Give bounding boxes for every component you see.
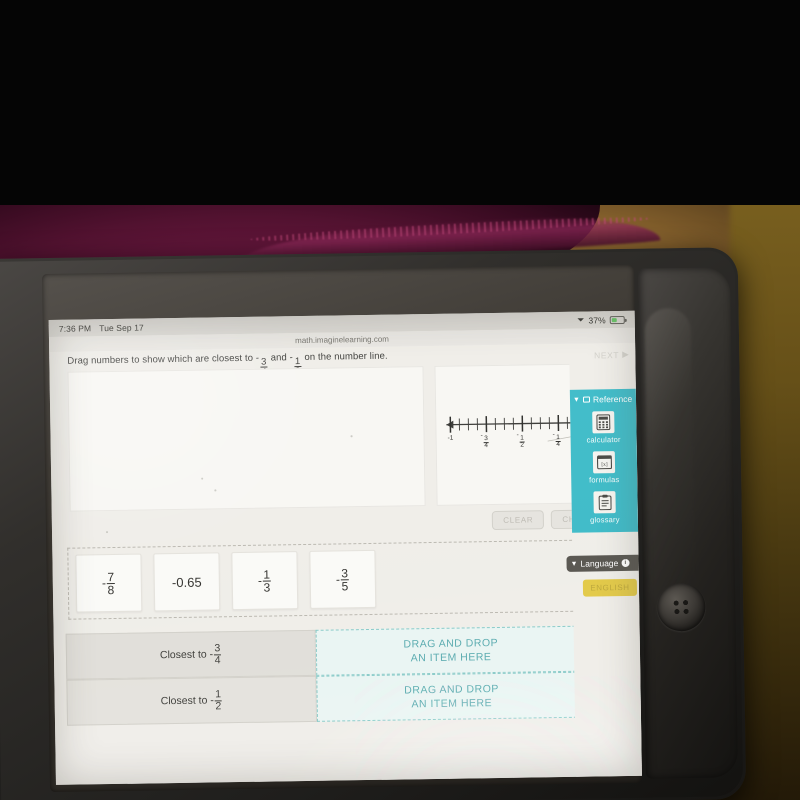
clear-button[interactable]: CLEAR [492,510,545,531]
tablet-screen: 7:36 PM Tue Sep 17 ⏷ 37% math.imaginelea… [48,310,642,785]
question-suffix: on the number line. [301,350,388,364]
answer-label-text: Closest to - [160,694,214,708]
dropzone-three-fourths[interactable]: DRAG AND DROP AN ITEM HERE [315,625,587,676]
battery-fill [611,317,617,322]
case-port-dots-icon [671,596,692,618]
status-time: 7:36 PM [58,322,92,334]
fraction-denominator: 5 [341,578,349,593]
language-value-button[interactable]: ENGLISH [582,578,638,597]
calculator-icon-svg [596,414,611,431]
calculator-icon [592,411,615,434]
dropzone-line-2: AN ITEM HERE [411,697,493,711]
letterbox-top [0,0,800,205]
tablet-case-right-panel [637,267,738,779]
answer-label-fraction: 34 [213,642,222,666]
dust-speck [214,489,216,492]
play-triangle-icon: ▶ [622,348,630,359]
dust-speck [201,477,204,480]
caret-down-icon: ▼ [570,560,578,568]
answer-label-fraction: 12 [214,688,223,712]
number-card-tray: -78 -0.65 -13 -35 [67,539,589,620]
reference-item-label: calculator [586,435,621,445]
photo-of-tablet: 7:36 PM Tue Sep 17 ⏷ 37% math.imaginelea… [0,0,800,800]
numline-label-neg-three-fourths: -34 [480,432,489,450]
number-card-neg-seven-eighths[interactable]: -78 [75,553,143,613]
answer-label-one-half: Closest to -12 [66,675,318,726]
reference-item-formulas[interactable]: [x] formulas [571,451,638,485]
fraction-numerator: 3 [213,642,222,655]
question-minus-1: - [255,352,260,364]
answer-rows: Closest to -34 DRAG AND DROP AN ITEM HER… [65,625,587,726]
number-card-neg-one-third[interactable]: -13 [231,551,299,611]
answer-row-closest-to-three-fourths: Closest to -34 DRAG AND DROP AN ITEM HER… [65,625,587,680]
reference-header[interactable]: ▼ Reference [570,394,636,405]
reference-item-label: glossary [590,515,620,525]
fraction-numerator: 1 [262,567,272,582]
caret-down-icon: ▼ [572,396,580,404]
info-icon[interactable]: i [621,558,630,568]
answer-label-text: Closest to - [159,648,214,662]
formulas-icon-svg: [x] [596,455,612,470]
question-minus-2: - [289,352,293,364]
fraction-denominator: 2 [215,699,222,712]
fraction-denominator: 3 [263,580,271,595]
dust-speck [106,531,109,534]
fraction-numerator: 3 [340,565,350,580]
battery-icon [609,315,625,324]
clipboard-icon [593,491,616,514]
reference-panel: ▼ Reference calculator [x] formulas glos… [569,388,639,533]
fraction-denominator: 4 [214,653,221,666]
battery-percent: 37% [588,314,606,326]
case-ridge [644,307,696,609]
dropzone-line-2: AN ITEM HERE [410,651,492,665]
numline-label-neg-one-half: -12 [516,431,525,449]
clipboard-icon-svg [598,494,612,511]
fraction-numerator: 7 [106,569,116,584]
reference-title: Reference [592,393,633,405]
reference-item-label: formulas [588,475,620,485]
fraction-denominator: 8 [107,582,115,597]
numline-label-neg-one: -1 [447,434,454,442]
card-fraction: 13 [262,567,272,595]
question-prefix: Drag numbers to show which are closest t… [67,352,256,367]
next-button[interactable]: NEXT ▶ [594,349,629,361]
workspace-left-panel[interactable] [67,366,426,512]
fraction-denominator: 2 [520,441,525,449]
status-date: Tue Sep 17 [99,321,144,333]
language-selector[interactable]: ▼ Language i [566,554,639,572]
numline-label-neg-one-fourth: -14 [552,431,561,449]
number-card-neg-zero-point-six-five[interactable]: -0.65 [153,552,221,612]
url-text: math.imaginelearning.com [295,334,389,346]
app-content: Drag numbers to show which are closest t… [49,342,642,785]
next-label: NEXT [593,349,620,360]
tablet-device: 7:36 PM Tue Sep 17 ⏷ 37% math.imaginelea… [0,247,747,800]
fraction-denominator: 4 [556,441,561,449]
answer-row-closest-to-one-half: Closest to -12 DRAG AND DROP AN ITEM HER… [66,671,587,726]
dust-speck [350,435,353,437]
fraction-numerator: 1 [214,688,223,701]
answer-label-three-fourths: Closest to -34 [65,629,317,680]
fraction-denominator: 4 [484,442,489,450]
dropzone-line-1: DRAG AND DROP [403,636,499,651]
formulas-icon: [x] [592,451,616,474]
window-icon [582,396,590,403]
tool-side-panel: NEXT ▶ ▼ Reference calculator [x] formul… [566,342,642,777]
wifi-icon: ⏷ [577,314,585,325]
reference-item-calculator[interactable]: calculator [570,411,637,445]
reference-item-glossary[interactable]: glossary [571,491,638,525]
question-middle: and [267,352,290,364]
svg-text:[x]: [x] [601,462,608,468]
dropzone-line-1: DRAG AND DROP [404,682,499,697]
number-card-neg-three-fifths[interactable]: -35 [309,549,377,609]
card-fraction: 78 [106,569,116,597]
card-fraction: 35 [340,565,350,593]
dropzone-one-half[interactable]: DRAG AND DROP AN ITEM HERE [316,671,587,722]
language-label: Language [580,558,619,569]
